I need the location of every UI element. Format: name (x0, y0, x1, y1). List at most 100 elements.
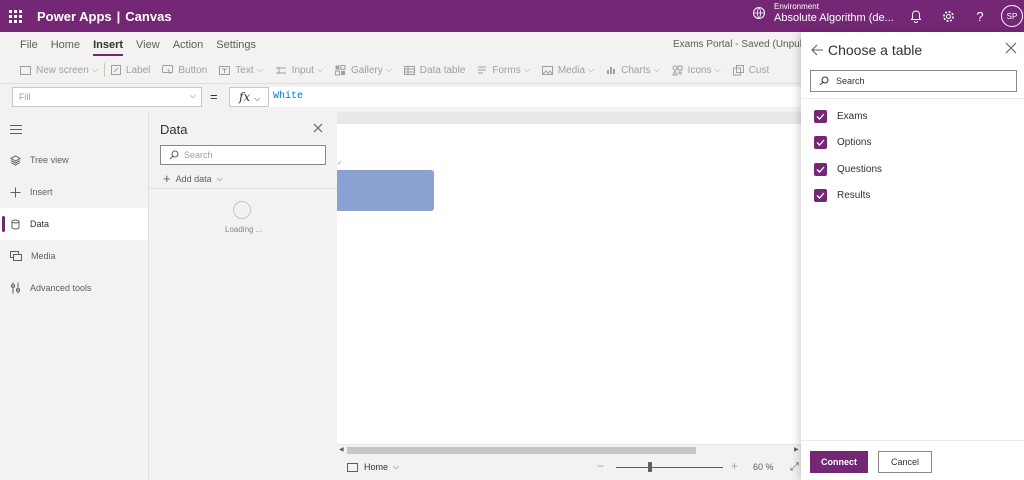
icons-label: Icons (687, 64, 712, 76)
table-item-options[interactable]: Options (814, 136, 871, 149)
nav-media-label: Media (31, 251, 56, 261)
text-button[interactable]: Text ⌵ (219, 65, 263, 76)
checkbox-checked[interactable] (814, 189, 827, 202)
charts-button[interactable]: Charts ⌵ (606, 65, 660, 76)
settings-button[interactable] (940, 8, 956, 24)
data-pane-close-button[interactable] (313, 120, 323, 136)
environment-picker[interactable]: Environment Absolute Algorithm (de... (752, 2, 894, 24)
data-table-label: Data table (419, 64, 466, 76)
save-status: Exams Portal - Saved (Unpublis (673, 39, 801, 50)
scrollbar-thumb[interactable] (347, 447, 696, 454)
horizontal-scrollbar[interactable]: ◀ ▶ (337, 445, 801, 455)
nav-data[interactable]: Data (0, 208, 148, 240)
checkmark-icon (816, 166, 825, 173)
menu-insert[interactable]: Insert (93, 39, 123, 56)
hamburger-icon[interactable] (10, 125, 22, 137)
fx-button[interactable]: fx ⌵ (229, 87, 269, 107)
loading-text: Loading ... (225, 225, 263, 234)
nav-tree-view[interactable]: Tree view (0, 144, 148, 176)
canvas-status-bar: Home ⌵ − + 60 % ⤢ (337, 455, 801, 480)
scroll-right-icon[interactable]: ▶ (794, 446, 799, 453)
new-screen-icon (20, 65, 31, 75)
nav-media[interactable]: Media (0, 240, 148, 272)
canvas-shape[interactable] (337, 170, 434, 211)
panel-title: Choose a table (828, 42, 923, 58)
canvas-area: ✓ ◀ ▶ Home ⌵ − + 60 % ⤢ (337, 112, 801, 480)
new-screen-label: New screen (36, 64, 89, 76)
title-separator: | (116, 8, 121, 24)
checkbox-checked[interactable] (814, 136, 827, 149)
chevron-down-icon: ⌵ (588, 65, 595, 74)
gallery-label: Gallery (351, 64, 383, 76)
checkmark-icon (816, 192, 825, 199)
gear-icon (942, 10, 954, 22)
checkbox-checked[interactable] (814, 110, 827, 123)
zoom-out-button[interactable]: − (597, 459, 604, 473)
zoom-in-button[interactable]: + (731, 459, 738, 473)
zoom-slider[interactable] (616, 467, 723, 468)
nav-data-label: Data (30, 219, 50, 229)
forms-icon (478, 66, 487, 74)
media-button[interactable]: Media ⌵ (541, 65, 595, 76)
help-button[interactable]: ? (972, 8, 988, 24)
table-item-questions[interactable]: Questions (814, 163, 882, 176)
nav-advanced-tools[interactable]: Advanced tools (0, 272, 148, 304)
scroll-left-icon[interactable]: ◀ (339, 446, 344, 453)
button-icon (162, 65, 174, 75)
help-icon: ? (976, 8, 984, 24)
menu-settings[interactable]: Settings (216, 39, 256, 51)
property-dropdown[interactable]: Fill ⌵ (12, 87, 202, 107)
fit-to-window-icon[interactable]: ⤢ (790, 461, 799, 474)
checkmark-icon (816, 139, 825, 146)
forms-button[interactable]: Forms ⌵ (477, 65, 530, 76)
checkmark-icon (816, 113, 825, 120)
app-screen[interactable]: ✓ (337, 124, 801, 444)
menu-home[interactable]: Home (51, 39, 80, 51)
data-table-button[interactable]: Data table (403, 64, 466, 76)
app-title: Power Apps | Canvas (37, 9, 172, 24)
close-icon[interactable] (1005, 42, 1017, 54)
zoom-number: 60 (753, 462, 764, 472)
zoom-slider-thumb[interactable] (648, 462, 652, 472)
menu-view[interactable]: View (136, 39, 160, 51)
screen-selector[interactable]: Home ⌵ (347, 462, 399, 472)
environment-name: Absolute Algorithm (de... (774, 11, 894, 24)
checkbox-checked[interactable] (814, 163, 827, 176)
nav-insert[interactable]: Insert (0, 176, 148, 208)
icons-button[interactable]: Icons ⌵ (671, 64, 721, 76)
menu-file[interactable]: File (20, 39, 38, 51)
avatar[interactable]: SP (1001, 5, 1023, 27)
label-label: Label (125, 64, 151, 76)
media-icon (541, 65, 553, 75)
waffle-icon (8, 9, 22, 23)
formula-input[interactable]: White (269, 87, 809, 107)
chevron-down-icon: ⌵ (316, 65, 324, 74)
loading-spinner-icon (233, 201, 251, 219)
table-search-placeholder: Search (836, 76, 865, 86)
database-icon (11, 219, 20, 230)
connect-button[interactable]: Connect (810, 451, 868, 473)
search-icon (819, 76, 829, 86)
label-button[interactable]: Label (110, 64, 151, 76)
table-item-results[interactable]: Results (814, 189, 870, 202)
divider (149, 188, 338, 189)
gallery-button[interactable]: Gallery ⌵ (335, 64, 392, 76)
button-button[interactable]: Button (162, 65, 207, 76)
data-pane: Data Search + Add data ⌵ Loading ... (148, 112, 338, 480)
notifications-button[interactable] (908, 8, 924, 24)
input-button[interactable]: Input ⌵ (275, 65, 323, 76)
data-search-input[interactable]: Search (160, 145, 326, 165)
custom-button[interactable]: Cust (732, 64, 769, 76)
menu-action[interactable]: Action (173, 39, 204, 51)
new-screen-button[interactable]: New screen ⌵ (20, 65, 98, 76)
table-search-input[interactable]: Search (810, 70, 1017, 92)
add-data-button[interactable]: + Add data ⌵ (163, 171, 223, 186)
chevron-down-icon: ⌵ (714, 65, 721, 74)
nav-advanced-tools-label: Advanced tools (30, 283, 92, 293)
tools-icon (11, 282, 20, 294)
close-icon (313, 123, 323, 133)
cancel-button[interactable]: Cancel (878, 451, 932, 473)
back-arrow-icon[interactable] (810, 43, 824, 57)
table-item-exams[interactable]: Exams (814, 110, 868, 123)
app-launcher-button[interactable] (0, 0, 30, 32)
